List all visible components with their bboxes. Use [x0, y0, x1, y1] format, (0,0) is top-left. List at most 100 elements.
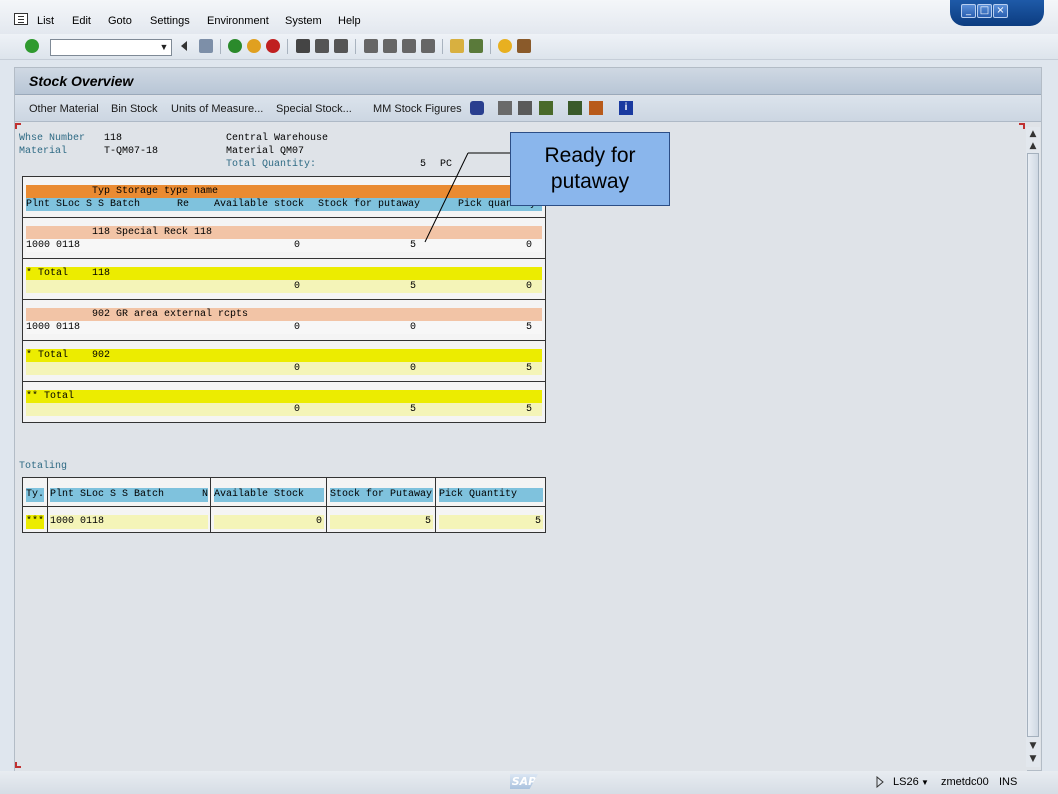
totaling-title: Totaling: [19, 461, 68, 472]
exit-icon[interactable]: [247, 39, 261, 53]
subtotal-pick: 5: [525, 363, 532, 374]
maximize-icon[interactable]: □: [977, 4, 992, 18]
subtotal-pick: 0: [525, 281, 532, 292]
corner-marker: [15, 123, 21, 129]
layout-icon[interactable]: [517, 39, 531, 53]
grand-total-pick: 5: [525, 404, 532, 415]
units-of-measure-button[interactable]: Units of Measure...: [171, 103, 263, 115]
filter-icon[interactable]: [539, 101, 553, 115]
menu-goto[interactable]: Goto: [108, 15, 132, 27]
special-stock-button[interactable]: Special Stock...: [276, 103, 352, 115]
col-available-stock: Available stock: [214, 199, 305, 210]
vertical-scrollbar[interactable]: ▲ ▲ ▼ ▼: [1026, 127, 1040, 767]
menu-environment[interactable]: Environment: [207, 15, 269, 27]
print-icon[interactable]: [296, 39, 310, 53]
grand-total-label: ** Total: [26, 391, 75, 402]
menu-bar: List Edit Goto Settings Environment Syst…: [0, 0, 1058, 34]
first-page-icon[interactable]: [364, 39, 378, 53]
help-icon[interactable]: [498, 39, 512, 53]
copy-icon[interactable]: [498, 101, 512, 115]
totaling-header-available: Available Stock: [214, 488, 324, 502]
scroll-up-icon[interactable]: ▲: [1028, 129, 1038, 139]
create-session-icon[interactable]: [450, 39, 464, 53]
subtotal-icon[interactable]: [589, 101, 603, 115]
print-list-icon[interactable]: [518, 101, 532, 115]
totaling-table: Ty. Plnt SLoc S S Batch N Available Stoc…: [22, 477, 546, 533]
subtotal-label: * Total: [26, 350, 69, 361]
close-icon[interactable]: ×: [993, 4, 1008, 18]
cancel-icon[interactable]: [266, 39, 280, 53]
subtotal-putaway: 0: [409, 363, 416, 374]
find-next-icon[interactable]: [334, 39, 348, 53]
enter-checkmark-icon[interactable]: [25, 39, 39, 53]
scroll-up-icon[interactable]: ▲: [1028, 141, 1038, 151]
next-page-icon[interactable]: [402, 39, 416, 53]
subtotal-type: 902: [92, 350, 111, 361]
material-label: Material: [19, 146, 68, 157]
mm-stock-figures-button[interactable]: MM Stock Figures: [373, 103, 462, 115]
chevron-down-icon[interactable]: ▼: [921, 778, 929, 787]
corner-marker: [1019, 123, 1025, 129]
back-icon[interactable]: [180, 39, 188, 53]
previous-page-icon[interactable]: [383, 39, 397, 53]
scroll-down-icon[interactable]: ▼: [1028, 741, 1038, 751]
subtotal-putaway: 5: [409, 281, 416, 292]
refresh-icon[interactable]: [470, 101, 484, 115]
col-stock-for-putaway: Stock for putaway: [318, 199, 421, 210]
page-title: Stock Overview: [29, 73, 134, 89]
callout-text-line2: putaway: [550, 170, 630, 193]
minimize-icon[interactable]: _: [961, 4, 976, 18]
command-field[interactable]: [50, 39, 172, 56]
col-re: Re: [177, 199, 190, 210]
table-row[interactable]: 1000 0118 0 0 5: [26, 321, 542, 334]
menu-edit[interactable]: Edit: [72, 15, 91, 27]
list-content: Whse Number 118 Central Warehouse Materi…: [15, 123, 1027, 771]
menu-list[interactable]: List: [37, 15, 54, 27]
status-expand-icon[interactable]: [876, 776, 884, 788]
totaling-header-ty: Ty.: [26, 488, 45, 502]
whse-value: 118: [104, 133, 123, 144]
cell-plnt-sloc: 1000 0118: [26, 240, 81, 251]
group-type-row: 902 GR area external rcpts: [26, 308, 542, 321]
totaling-cell-putaway: 5: [330, 515, 433, 529]
last-page-icon[interactable]: [421, 39, 435, 53]
subtotal-type: 118: [92, 268, 111, 279]
scroll-thumb[interactable]: [1027, 153, 1039, 737]
header-type-label: Typ Storage type name: [92, 186, 219, 197]
status-server: zmetdc00: [941, 776, 989, 788]
status-transaction: LS26: [893, 776, 919, 788]
window-controls: _ □ ×: [950, 0, 1044, 26]
subtotal-available: 0: [293, 363, 300, 374]
info-icon[interactable]: i: [619, 101, 633, 115]
cell-plnt-sloc: 1000 0118: [26, 322, 81, 333]
cell-pick: 5: [525, 322, 532, 333]
subtotal-row: * Total 118: [26, 267, 542, 280]
corner-marker: [15, 762, 21, 768]
menu-settings[interactable]: Settings: [150, 15, 190, 27]
menu-list-icon[interactable]: [14, 13, 28, 25]
back-green-icon[interactable]: [228, 39, 242, 53]
subtotal-values-row: 0 5 0: [26, 280, 542, 293]
scroll-down-icon[interactable]: ▼: [1028, 754, 1038, 764]
callout-box: Ready for putaway: [510, 132, 670, 206]
totaling-header-plnt: Plnt SLoc S S Batch N: [50, 488, 208, 502]
col-plnt-sloc: Plnt SLoc S S Batch: [26, 199, 141, 210]
menu-system[interactable]: System: [285, 15, 322, 27]
chevron-down-icon[interactable]: ▼: [157, 40, 171, 55]
standard-toolbar: ▼: [0, 34, 1058, 60]
shortcut-icon[interactable]: [469, 39, 483, 53]
totaling-cell-ty: ***: [26, 515, 45, 529]
sum-icon[interactable]: [568, 101, 582, 115]
group-type-label: 118 Special Reck 118: [92, 227, 213, 238]
grand-total-available: 0: [293, 404, 300, 415]
title-bar: Stock Overview: [15, 68, 1041, 95]
find-icon[interactable]: [315, 39, 329, 53]
subtotal-row: * Total 902: [26, 349, 542, 362]
other-material-button[interactable]: Other Material: [29, 103, 99, 115]
bin-stock-button[interactable]: Bin Stock: [111, 103, 157, 115]
subtotal-label: * Total: [26, 268, 69, 279]
grand-total-putaway: 5: [409, 404, 416, 415]
totaling-header-pick: Pick Quantity: [439, 488, 543, 502]
menu-help[interactable]: Help: [338, 15, 361, 27]
save-icon[interactable]: [199, 39, 213, 53]
